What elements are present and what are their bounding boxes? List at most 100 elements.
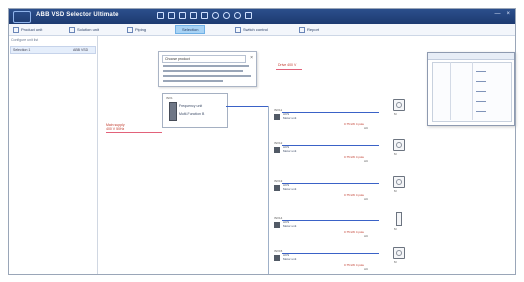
row-rating: 0.75 kW 4 pole [344,155,365,159]
minimap-divider [472,62,473,120]
popup-text-line [163,65,249,67]
device-label: Multi-Function B [179,112,205,116]
drive-row[interactable]: INV11 ACS Motor unit 0.75 kW 4 pole AC [270,108,395,134]
motor-icon[interactable] [393,99,405,111]
drive-row[interactable]: INV14 ACS Motor unit 0.75 kW 4 pole AC [270,216,395,242]
quick-access-toolbar [157,12,252,19]
minimize-button[interactable]: — [494,11,500,17]
tab-label: Report [307,27,320,32]
inverter-icon [274,147,280,153]
inverter-icon [274,222,280,228]
inverter-icon [274,255,280,261]
main-toolbar: Product unit Solution unit Piping Select… [9,24,515,36]
tab-label: Solution unit [77,27,100,32]
distribution-trunk [268,106,269,274]
main-supply-line2: 400 V 50Hz [106,127,125,131]
row-note: AC [364,197,369,201]
row-line2: Motor unit [283,148,297,153]
minimap-mark [476,101,486,102]
sidebar-item-name: Selection 1 [13,48,31,52]
tab-product-unit[interactable]: Product unit [13,26,42,33]
row-note: AC [364,234,369,238]
sidebar-panel: Configure unit list Selection 1 ABB VSD [9,36,98,274]
row-note: AC [364,159,369,163]
undo-icon[interactable] [223,12,230,19]
switch-control-icon [235,26,241,33]
tab-solution-unit[interactable]: Solution unit [69,26,99,33]
motor-caption: M [394,189,397,193]
row-rating: 0.75 kW 4 pole [344,263,365,267]
popup-text-line [163,80,223,82]
app-title: ABB VSD Selector Ultimate [36,12,119,18]
row-link-line [282,112,379,113]
row-label: ACS Motor unit [283,145,297,153]
motor-caption: M [394,152,397,156]
tab-label: Selection [182,27,199,32]
app-logo-icon [13,11,31,23]
row-tag: INV11 [274,108,283,112]
tab-report[interactable]: Report [299,26,319,33]
drive-device-block[interactable]: INV1 Frequency unit Multi-Function B [162,93,228,128]
selection-popup: Choose product × [158,51,257,87]
redo-icon[interactable] [234,12,241,19]
inverter-icon [274,114,280,120]
product-unit-icon [13,26,19,33]
product-search-input[interactable]: Choose product [162,55,246,63]
motor-icon[interactable] [393,139,405,151]
close-button[interactable]: × [506,11,510,17]
sidebar-item-type: ABB VSD [73,48,89,52]
bus-line [226,106,269,107]
main-supply-label: Main supply 400 V 50Hz [106,123,125,131]
minimap-mark [476,71,486,72]
settings-icon[interactable] [212,12,219,19]
print-icon[interactable] [245,12,252,19]
new-file-icon[interactable] [157,12,164,19]
row-label: ACS Motor unit [283,112,297,120]
row-rating: 0.75 kW 4 pole [344,230,365,234]
row-label: ACS Motor unit [283,220,296,228]
minimap-divider [450,62,451,120]
save-icon[interactable] [179,12,186,19]
sidebar-list-item[interactable]: Selection 1 ABB VSD [10,46,96,54]
row-note: AC [364,267,369,271]
tab-switch-control[interactable]: Switch control [235,26,268,33]
popup-text-line [163,70,243,72]
copy-icon[interactable] [190,12,197,19]
tab-label: Piping [135,27,147,32]
row-link-line [282,183,379,184]
row-link-line [282,253,379,254]
sensor-icon[interactable] [396,212,402,226]
drive-row[interactable]: INV12 ACS Motor unit 0.75 kW 4 pole AC [270,141,395,167]
row-label: ACS Motor unit [283,183,297,191]
row-link-line [282,220,379,221]
minimap-mark [476,91,486,92]
row-line2: Motor unit [283,115,297,120]
popup-text-line [163,75,251,77]
drive-row[interactable]: INV13 ACS Motor unit 0.75 kW 4 pole AC [270,179,395,205]
tab-piping[interactable]: Piping [127,26,146,33]
diagram-canvas[interactable]: Choose product × Drive 400 V INV1 Freque… [98,36,515,274]
sidebar-heading: Configure unit list [11,38,39,42]
minimap-mark [476,81,486,82]
main-feed-line [106,132,162,133]
open-folder-icon[interactable] [168,12,175,19]
motor-icon[interactable] [393,176,405,188]
title-bar: ABB VSD Selector Ultimate — × [9,9,515,24]
motor-icon[interactable] [393,247,405,259]
device-tag: INV1 [166,96,173,100]
close-icon[interactable]: × [250,55,253,61]
piping-icon [127,26,133,33]
row-rating: 0.75 kW 4 pole [344,122,365,126]
row-line2: Motor unit [283,186,297,191]
drive-icon [169,102,177,121]
paste-icon[interactable] [201,12,208,19]
drive-row[interactable]: INV15 ACS Motor unit 0.75 kW 4 pole AC [270,249,395,275]
tab-selection[interactable]: Selection [175,25,206,34]
overview-minimap[interactable] [427,52,515,126]
row-label: ACS Motor unit [283,253,296,261]
motor-caption: M [394,227,397,231]
minimap-header [428,53,514,60]
report-icon [299,26,305,33]
tab-label: Product unit [21,27,43,32]
tab-label: Switch control [243,27,268,32]
